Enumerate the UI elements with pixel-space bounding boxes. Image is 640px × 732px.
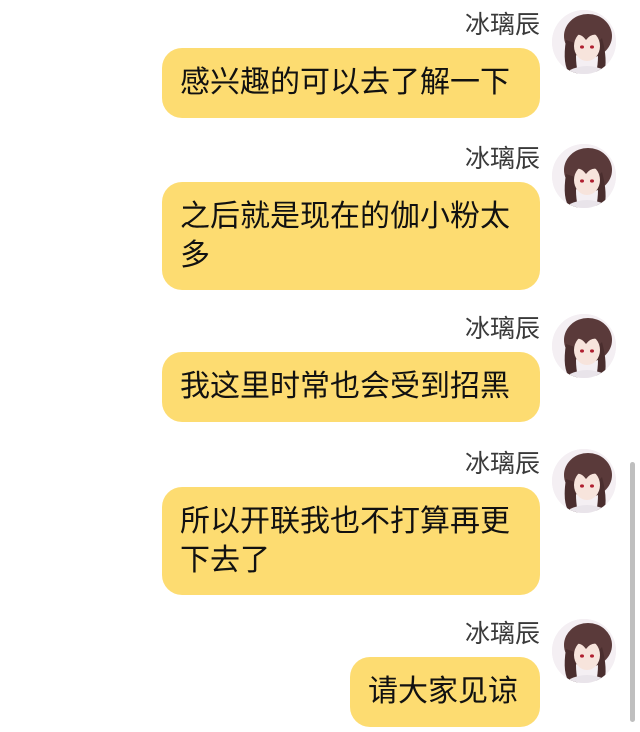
- sender-name: 冰璃辰: [464, 449, 540, 478]
- avatar[interactable]: [552, 314, 616, 378]
- anime-girl-avatar-icon: [552, 314, 616, 378]
- sender-name: 冰璃辰: [464, 144, 540, 173]
- avatar[interactable]: [552, 10, 616, 74]
- sender-name: 冰璃辰: [464, 619, 540, 648]
- message-text: 请大家见谅: [368, 674, 518, 709]
- scrollbar[interactable]: [630, 462, 635, 722]
- anime-girl-avatar-icon: [552, 10, 616, 74]
- sender-name: 冰璃辰: [464, 10, 540, 39]
- anime-girl-avatar-icon: [552, 449, 616, 513]
- message-text: 所以开联我也不打算再更下去了: [180, 504, 510, 578]
- chat-view: 冰璃辰 感兴趣的可以去了解一下 冰璃辰 之后就是现在的伽小粉太多 冰璃辰 我这里…: [0, 0, 640, 732]
- sender-name: 冰璃辰: [464, 314, 540, 343]
- avatar[interactable]: [552, 619, 616, 683]
- message-text: 之后就是现在的伽小粉太多: [180, 199, 510, 273]
- avatar[interactable]: [552, 449, 616, 513]
- message-text: 我这里时常也会受到招黑: [180, 369, 510, 404]
- message-bubble[interactable]: 我这里时常也会受到招黑: [162, 352, 540, 422]
- avatar[interactable]: [552, 144, 616, 208]
- anime-girl-avatar-icon: [552, 619, 616, 683]
- message-bubble[interactable]: 请大家见谅: [350, 657, 540, 727]
- message-bubble[interactable]: 所以开联我也不打算再更下去了: [162, 487, 540, 595]
- message-bubble[interactable]: 感兴趣的可以去了解一下: [162, 48, 540, 118]
- anime-girl-avatar-icon: [552, 144, 616, 208]
- message-bubble[interactable]: 之后就是现在的伽小粉太多: [162, 182, 540, 290]
- message-text: 感兴趣的可以去了解一下: [180, 65, 510, 100]
